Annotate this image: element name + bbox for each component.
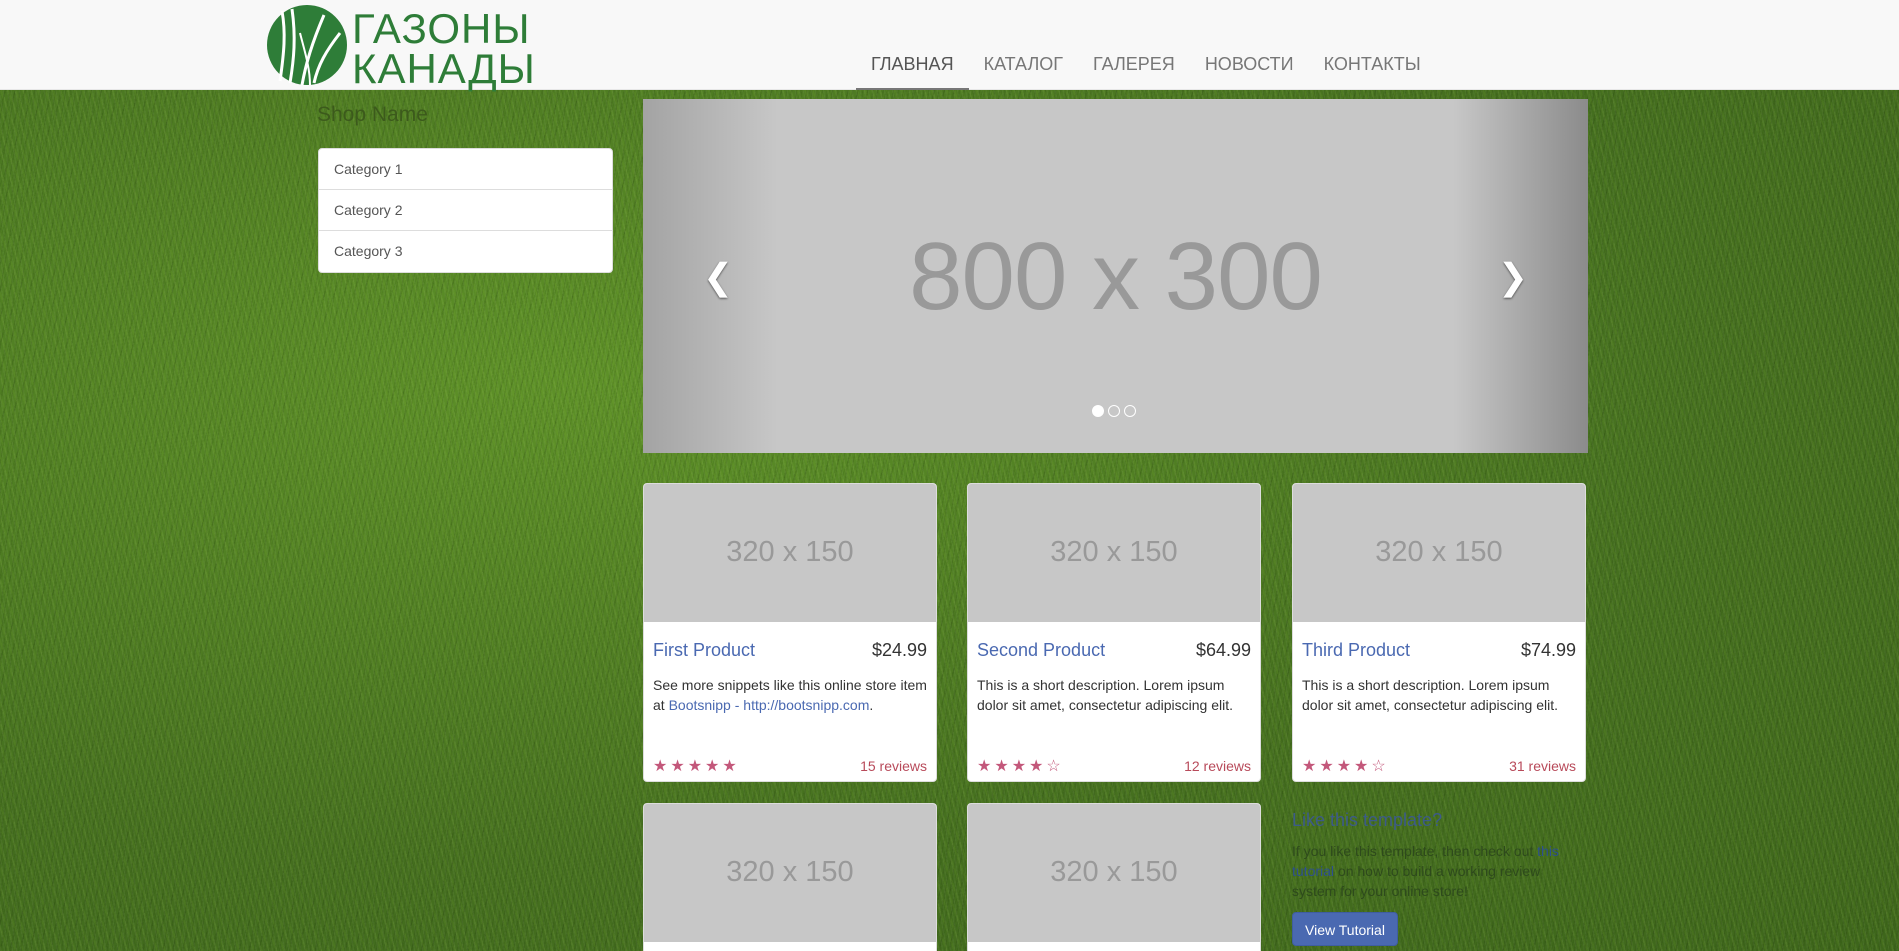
category-item-2[interactable]: Category 2 [319, 190, 612, 231]
product-image-placeholder: 320 x 150 [1050, 536, 1178, 568]
nav-item-contacts[interactable]: КОНТАКТЫ [1309, 52, 1436, 90]
product-image[interactable]: 320 x 150 [1293, 484, 1585, 622]
star-rating-icon: ★★★★☆ [977, 758, 1064, 775]
product-price: $74.99 [1520, 640, 1576, 660]
product-price: $64.99 [1195, 640, 1251, 660]
product-title-row: First Product $24.99 [653, 634, 927, 674]
star-rating-icon: ★★★★☆ [1302, 758, 1389, 775]
product-ratings: ★★★★☆ 31 reviews [1302, 756, 1576, 776]
product-card-2: 320 x 150 Second Product $64.99 This is … [967, 483, 1261, 782]
product-title-row: Second Product $64.99 [977, 634, 1251, 674]
logo-text: ГАЗОНЫ КАНАДЫ [352, 5, 552, 92]
product-description: This is a short description. Lorem ipsum… [1302, 677, 1559, 713]
promo-title: Like this template? [1292, 810, 1443, 830]
carousel-indicator-1[interactable] [1092, 405, 1104, 417]
hero-carousel: 800 x 300 ❮ ❯ [643, 99, 1588, 453]
bootsnipp-link[interactable]: Bootsnipp - http://bootsnipp.com [669, 697, 870, 713]
carousel-indicator-2[interactable] [1108, 405, 1120, 417]
site-logo[interactable]: ГАЗОНЫ КАНАДЫ [266, 3, 552, 92]
promo-text-prefix: If you like this template, then check ou… [1292, 843, 1538, 859]
product-name-link[interactable]: Third Product [1302, 640, 1410, 661]
template-promo: Like this template? If you like this tem… [1292, 810, 1587, 946]
carousel-indicators [1092, 405, 1136, 417]
product-image-placeholder: 320 x 150 [1375, 536, 1503, 568]
product-description: This is a short description. Lorem ipsum… [977, 677, 1234, 713]
nav-item-gallery[interactable]: ГАЛЕРЕЯ [1078, 52, 1190, 90]
nav-item-news[interactable]: НОВОСТИ [1190, 52, 1309, 90]
product-image[interactable]: 320 x 150 [644, 804, 936, 942]
view-tutorial-button[interactable]: View Tutorial [1292, 912, 1398, 946]
promo-text: If you like this template, then check ou… [1292, 841, 1587, 901]
carousel-indicator-3[interactable] [1124, 405, 1136, 417]
product-name-link[interactable]: First Product [653, 640, 755, 661]
shop-name-heading: Shop Name [317, 103, 428, 126]
nav-item-catalog[interactable]: КАТАЛОГ [969, 52, 1078, 90]
carousel-prev-button[interactable]: ❮ [643, 99, 778, 453]
product-description-suffix: . [869, 697, 874, 713]
product-card-1: 320 x 150 First Product $24.99 See more … [643, 483, 937, 782]
product-image[interactable]: 320 x 150 [644, 484, 936, 622]
product-image-placeholder: 320 x 150 [726, 856, 854, 888]
logo-line-1: ГАЗОНЫ [352, 5, 531, 52]
carousel-next-button[interactable]: ❯ [1453, 99, 1588, 453]
product-price: $24.99 [871, 640, 927, 660]
product-card-3: 320 x 150 Third Product $74.99 This is a… [1292, 483, 1586, 782]
product-description: See more snippets like this online store… [653, 675, 927, 735]
product-image[interactable]: 320 x 150 [968, 484, 1260, 622]
review-count: 31 reviews [1509, 758, 1576, 774]
category-list: Category 1 Category 2 Category 3 [318, 148, 613, 273]
product-card-5: 320 x 150 [967, 803, 1261, 951]
product-image-placeholder: 320 x 150 [1050, 856, 1178, 888]
carousel-slide-placeholder: 800 x 300 [909, 223, 1323, 330]
star-rating-icon: ★★★★★ [653, 758, 740, 775]
chevron-left-icon: ❮ [703, 256, 734, 297]
review-count: 12 reviews [1184, 758, 1251, 774]
product-ratings: ★★★★☆ 12 reviews [977, 756, 1251, 776]
top-navbar: ГАЗОНЫ КАНАДЫ ГЛАВНАЯ КАТАЛОГ ГАЛЕРЕЯ НО… [0, 0, 1899, 90]
nav-item-home[interactable]: ГЛАВНАЯ [856, 52, 969, 90]
product-ratings: ★★★★★ 15 reviews [653, 756, 927, 776]
product-name-link[interactable]: Second Product [977, 640, 1105, 661]
product-title-row: Third Product $74.99 [1302, 634, 1576, 674]
logo-line-2: КАНАДЫ [352, 45, 536, 92]
main-nav: ГЛАВНАЯ КАТАЛОГ ГАЛЕРЕЯ НОВОСТИ КОНТАКТЫ [856, 52, 1436, 90]
product-image[interactable]: 320 x 150 [968, 804, 1260, 942]
category-item-1[interactable]: Category 1 [319, 149, 612, 190]
product-caption: Third Product $74.99 This is a short des… [1293, 634, 1585, 735]
product-image-placeholder: 320 x 150 [726, 536, 854, 568]
category-item-3[interactable]: Category 3 [319, 231, 612, 272]
product-card-4: 320 x 150 [643, 803, 937, 951]
review-count: 15 reviews [860, 758, 927, 774]
product-caption: Second Product $64.99 This is a short de… [968, 634, 1260, 735]
chevron-right-icon: ❯ [1497, 256, 1528, 297]
product-caption: First Product $24.99 See more snippets l… [644, 634, 936, 735]
